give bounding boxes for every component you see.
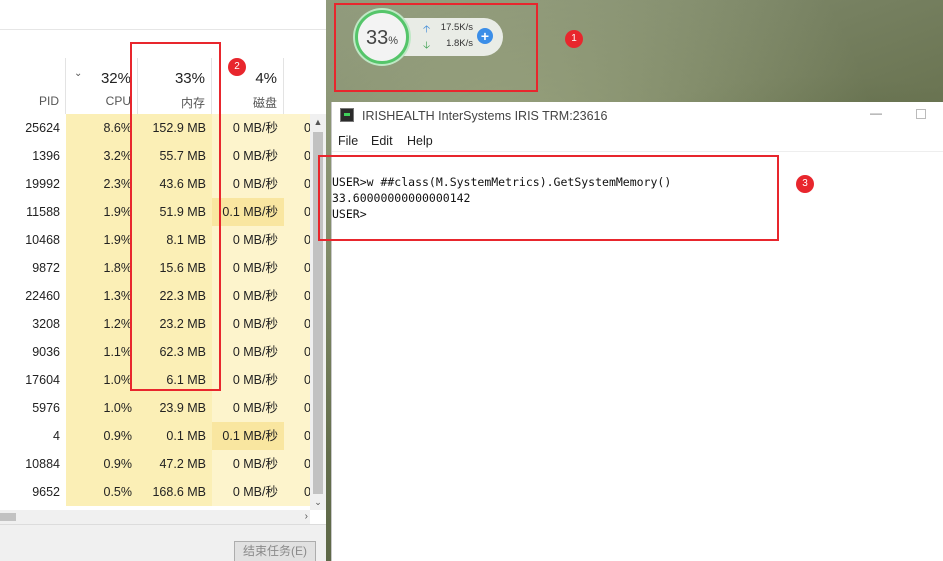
cell-network: 0 bbox=[284, 254, 310, 282]
cell-cpu: 0.9% bbox=[66, 450, 138, 478]
cell-disk: 0 MB/秒 bbox=[212, 254, 284, 282]
cell-pid: 11588 bbox=[0, 198, 66, 226]
terminal-titlebar: IRISHEALTH InterSystems IRIS TRM:23616 — bbox=[332, 102, 943, 130]
cell-network: 0 bbox=[284, 478, 310, 506]
cell-memory: 23.9 MB bbox=[138, 394, 212, 422]
cell-network: 0 bbox=[284, 450, 310, 478]
menu-bar: File Edit Help bbox=[332, 130, 943, 152]
cell-network: 0 bbox=[284, 338, 310, 366]
scrollbar-thumb[interactable] bbox=[0, 513, 16, 521]
cell-cpu: 0.9% bbox=[66, 422, 138, 450]
column-label-pid: PID bbox=[38, 94, 59, 108]
cell-network: 0 bbox=[284, 422, 310, 450]
cell-network: 0 bbox=[284, 282, 310, 310]
cell-pid: 9036 bbox=[0, 338, 66, 366]
cell-disk: 0.1 MB/秒 bbox=[212, 422, 284, 450]
annotation-box-widget bbox=[334, 3, 538, 92]
table-row[interactable]: 10884 0.9% 47.2 MB 0 MB/秒 0 bbox=[0, 450, 310, 478]
cell-disk: 0 MB/秒 bbox=[212, 450, 284, 478]
annotation-badge-3: 3 bbox=[796, 175, 814, 193]
scroll-right-icon[interactable]: › bbox=[305, 510, 308, 524]
cell-pid: 19992 bbox=[0, 170, 66, 198]
maximize-icon[interactable] bbox=[916, 109, 926, 119]
cell-cpu: 2.3% bbox=[66, 170, 138, 198]
cell-network: 0 bbox=[284, 310, 310, 338]
cell-memory: 47.2 MB bbox=[138, 450, 212, 478]
horizontal-scrollbar[interactable]: › bbox=[0, 510, 310, 524]
menu-edit[interactable]: Edit bbox=[371, 134, 393, 148]
cell-cpu: 1.0% bbox=[66, 394, 138, 422]
cell-pid: 9652 bbox=[0, 478, 66, 506]
sort-chevron-icon: ⌄ bbox=[74, 68, 83, 79]
annotation-badge-1: 1 bbox=[565, 30, 583, 48]
cell-network: 0 bbox=[284, 170, 310, 198]
cell-cpu: 8.6% bbox=[66, 114, 138, 142]
cell-disk: 0 MB/秒 bbox=[212, 394, 284, 422]
scroll-down-icon[interactable]: ⌄ bbox=[310, 494, 326, 510]
cell-disk: 0 MB/秒 bbox=[212, 366, 284, 394]
cell-network: 0 bbox=[284, 394, 310, 422]
cell-pid: 9872 bbox=[0, 254, 66, 282]
cell-pid: 5976 bbox=[0, 394, 66, 422]
cell-pid: 4 bbox=[0, 422, 66, 450]
cell-pid: 3208 bbox=[0, 310, 66, 338]
cell-cpu: 1.9% bbox=[66, 226, 138, 254]
annotation-badge-2: 2 bbox=[228, 58, 246, 76]
cell-pid: 10468 bbox=[0, 226, 66, 254]
cell-pid: 17604 bbox=[0, 366, 66, 394]
cell-network: 0 bbox=[284, 226, 310, 254]
column-label-disk: 磁盘 bbox=[252, 96, 277, 110]
cell-disk: 0.1 MB/秒 bbox=[212, 198, 284, 226]
annotation-box-memory bbox=[130, 42, 221, 391]
table-row[interactable]: 4 0.9% 0.1 MB 0.1 MB/秒 0 bbox=[0, 422, 310, 450]
cell-cpu: 1.9% bbox=[66, 198, 138, 226]
menu-file[interactable]: File bbox=[338, 134, 358, 148]
window-title: IRISHEALTH InterSystems IRIS TRM:23616 bbox=[362, 109, 608, 123]
cell-network: 0 bbox=[284, 366, 310, 394]
cell-cpu: 1.0% bbox=[66, 366, 138, 394]
cell-cpu: 1.8% bbox=[66, 254, 138, 282]
annotation-box-terminal bbox=[318, 155, 779, 241]
cell-disk: 0 MB/秒 bbox=[212, 282, 284, 310]
cell-disk: 0 MB/秒 bbox=[212, 478, 284, 506]
cell-disk: 0 MB/秒 bbox=[212, 170, 284, 198]
cell-disk: 0 MB/秒 bbox=[212, 310, 284, 338]
table-row[interactable]: 9652 0.5% 168.6 MB 0 MB/秒 0 bbox=[0, 478, 310, 506]
column-header-pid[interactable]: PID bbox=[0, 58, 66, 114]
cell-cpu: 3.2% bbox=[66, 142, 138, 170]
cell-pid: 1396 bbox=[0, 142, 66, 170]
column-percent-cpu: 32% bbox=[100, 70, 131, 87]
cell-disk: 0 MB/秒 bbox=[212, 114, 284, 142]
menu-help[interactable]: Help bbox=[407, 134, 433, 148]
table-row[interactable]: 5976 1.0% 23.9 MB 0 MB/秒 0 bbox=[0, 394, 310, 422]
cell-network: 0 bbox=[284, 142, 310, 170]
column-header-disk[interactable]: 4% 磁盘 bbox=[212, 58, 284, 114]
cell-pid: 10884 bbox=[0, 450, 66, 478]
terminal-app-icon bbox=[340, 108, 354, 122]
cell-pid: 22460 bbox=[0, 282, 66, 310]
cell-cpu: 0.5% bbox=[66, 478, 138, 506]
cell-disk: 0 MB/秒 bbox=[212, 226, 284, 254]
column-header-cpu[interactable]: ⌄ 32% CPU bbox=[66, 58, 138, 114]
task-manager-toolbar bbox=[0, 0, 326, 30]
end-task-button[interactable]: 结束任务(E) bbox=[234, 541, 316, 561]
cell-cpu: 1.3% bbox=[66, 282, 138, 310]
cell-cpu: 1.2% bbox=[66, 310, 138, 338]
scroll-up-icon[interactable]: ▲ bbox=[310, 114, 326, 130]
column-percent-disk: 4% bbox=[255, 70, 277, 87]
cell-pid: 25624 bbox=[0, 114, 66, 142]
cell-memory: 168.6 MB bbox=[138, 478, 212, 506]
cell-memory: 0.1 MB bbox=[138, 422, 212, 450]
task-manager-footer: 结束任务(E) bbox=[0, 524, 326, 561]
column-label-cpu: CPU bbox=[105, 94, 131, 108]
cell-network: 0 bbox=[284, 114, 310, 142]
minimize-icon[interactable]: — bbox=[870, 106, 882, 120]
cell-network: 0 bbox=[284, 198, 310, 226]
cell-cpu: 1.1% bbox=[66, 338, 138, 366]
cell-disk: 0 MB/秒 bbox=[212, 142, 284, 170]
cell-disk: 0 MB/秒 bbox=[212, 338, 284, 366]
